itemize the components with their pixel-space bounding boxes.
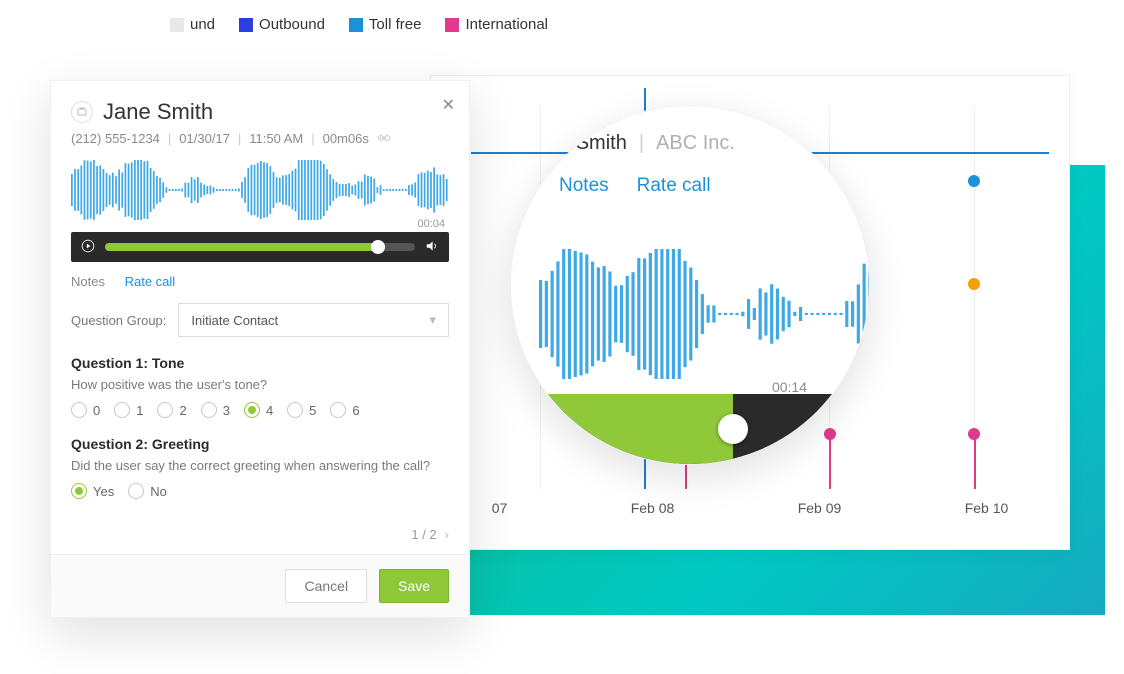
question-1-title: Question 1: Tone bbox=[71, 355, 449, 371]
radio-yes[interactable] bbox=[71, 483, 87, 499]
meta-time: 11:50 AM bbox=[249, 131, 303, 146]
legend-item: Toll free bbox=[349, 16, 422, 33]
play-icon[interactable] bbox=[81, 239, 95, 256]
waveform-small: 00:04 bbox=[71, 160, 449, 230]
radio-2[interactable] bbox=[157, 402, 173, 418]
lens-header: e Smith | ABC Inc. bbox=[529, 124, 851, 155]
chart-point[interactable] bbox=[968, 175, 980, 187]
question-2-title: Question 2: Greeting bbox=[71, 436, 449, 452]
question-2-sub: Did the user say the correct greeting wh… bbox=[71, 458, 449, 473]
audio-player-large[interactable] bbox=[511, 394, 869, 464]
xaxis-label: Feb 10 bbox=[965, 500, 1009, 516]
meta-date: 01/30/17 bbox=[179, 131, 230, 146]
radio-label: Yes bbox=[93, 484, 114, 499]
meta-phone: (212) 555-1234 bbox=[71, 131, 160, 146]
radio-no[interactable] bbox=[128, 483, 144, 499]
radio-3[interactable] bbox=[201, 402, 217, 418]
call-meta: (212) 555-1234| 01/30/17| 11:50 AM| 00m0… bbox=[71, 131, 449, 146]
legend-label: Outbound bbox=[259, 16, 325, 33]
xaxis-label: 07 bbox=[492, 500, 508, 516]
radio-0[interactable] bbox=[71, 402, 87, 418]
legend-label: Toll free bbox=[369, 16, 422, 33]
waveform-large bbox=[539, 249, 870, 379]
contact-name: Jane Smith bbox=[103, 99, 213, 125]
audio-track[interactable] bbox=[105, 243, 415, 251]
radio-label: 6 bbox=[352, 403, 359, 418]
radio-1[interactable] bbox=[114, 402, 130, 418]
question-2-options: Yes No bbox=[71, 483, 449, 499]
tab-notes[interactable]: Notes bbox=[559, 175, 609, 197]
legend-item: Outbound bbox=[239, 16, 325, 33]
legend-item: und bbox=[170, 16, 215, 33]
legend-label: International bbox=[465, 16, 548, 33]
radio-4[interactable] bbox=[244, 402, 260, 418]
audio-progress bbox=[511, 394, 733, 464]
radio-label: 1 bbox=[136, 403, 143, 418]
avatar-icon bbox=[71, 101, 93, 123]
pager-next-icon[interactable]: › bbox=[445, 527, 449, 542]
close-icon[interactable]: ✕ bbox=[442, 95, 455, 115]
question-1-sub: How positive was the user's tone? bbox=[71, 377, 449, 392]
legend-label: und bbox=[190, 16, 215, 33]
question-group-select[interactable]: Initiate Contact ▾ bbox=[178, 303, 449, 337]
radio-label: 5 bbox=[309, 403, 316, 418]
audio-scrubber[interactable] bbox=[371, 240, 385, 254]
question-1-options: 0 1 2 3 4 5 6 bbox=[71, 402, 449, 418]
meta-duration: 00m06s bbox=[323, 131, 369, 146]
tab-rate-call[interactable]: Rate call bbox=[637, 175, 711, 197]
select-value: Initiate Contact bbox=[191, 313, 278, 328]
save-button[interactable]: Save bbox=[379, 569, 449, 603]
waveform-timestamp: 00:04 bbox=[417, 218, 445, 230]
pager-text: 1 / 2 bbox=[411, 527, 436, 542]
contact-org: ABC Inc. bbox=[656, 132, 735, 155]
radio-6[interactable] bbox=[330, 402, 346, 418]
zoom-lens: e Smith | ABC Inc. Notes Rate call 00:14 bbox=[510, 105, 870, 465]
radio-label: No bbox=[150, 484, 167, 499]
audio-scrubber[interactable] bbox=[718, 414, 748, 444]
tab-notes[interactable]: Notes bbox=[71, 274, 105, 289]
radio-label: 4 bbox=[266, 403, 273, 418]
waveform-timestamp: 00:14 bbox=[772, 379, 807, 395]
cancel-button[interactable]: Cancel bbox=[285, 569, 367, 603]
radio-5[interactable] bbox=[287, 402, 303, 418]
audio-player-small[interactable] bbox=[71, 232, 449, 262]
legend-item: International bbox=[445, 16, 548, 33]
chevron-down-icon: ▾ bbox=[429, 312, 436, 328]
radio-label: 0 bbox=[93, 403, 100, 418]
xaxis-label: Feb 09 bbox=[798, 500, 842, 516]
xaxis-label: Feb 08 bbox=[631, 500, 675, 516]
chart-point[interactable] bbox=[968, 428, 980, 440]
question-group-label: Question Group: bbox=[71, 313, 166, 328]
chart-legend: und Outbound Toll free International bbox=[170, 16, 548, 33]
contact-first-fragment: e bbox=[559, 132, 570, 154]
link-icon[interactable] bbox=[377, 131, 391, 146]
chart-xaxis: 07 Feb 08 Feb 09 Feb 10 bbox=[430, 500, 1070, 516]
chart-point[interactable] bbox=[968, 278, 980, 290]
contact-last-name: Smith bbox=[576, 132, 627, 154]
volume-icon[interactable] bbox=[425, 239, 439, 256]
tab-rate-call[interactable]: Rate call bbox=[125, 274, 176, 289]
radio-label: 2 bbox=[179, 403, 186, 418]
radio-label: 3 bbox=[223, 403, 230, 418]
call-detail-modal: ✕ Jane Smith (212) 555-1234| 01/30/17| 1… bbox=[50, 80, 470, 618]
